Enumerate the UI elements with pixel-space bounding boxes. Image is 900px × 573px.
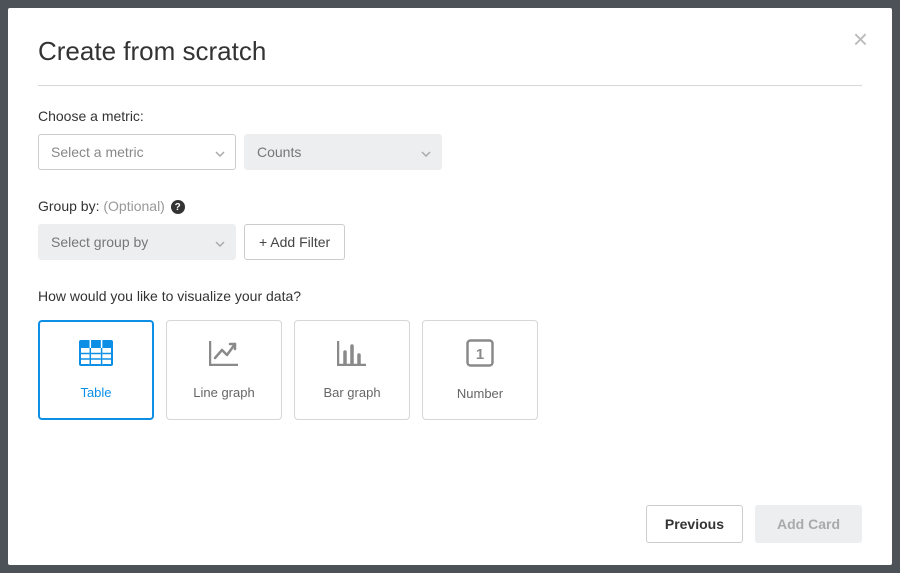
group-by-row: Select group by + Add Filter xyxy=(38,224,862,260)
chevron-down-icon xyxy=(421,144,431,160)
close-icon[interactable]: × xyxy=(853,26,868,52)
group-by-label-text: Group by: xyxy=(38,198,99,214)
viz-option-number[interactable]: 1 Number xyxy=(422,320,538,420)
group-by-select[interactable]: Select group by xyxy=(38,224,236,260)
group-by-label: Group by: (Optional) ? xyxy=(38,198,862,214)
add-card-button[interactable]: Add Card xyxy=(755,505,862,543)
viz-option-line[interactable]: Line graph xyxy=(166,320,282,420)
group-by-placeholder: Select group by xyxy=(51,234,148,250)
number-icon: 1 xyxy=(466,339,494,372)
metric-row: Select a metric Counts xyxy=(38,134,862,170)
chevron-down-icon xyxy=(215,144,225,160)
create-from-scratch-modal: × Create from scratch Choose a metric: S… xyxy=(8,8,892,565)
aggregation-value: Counts xyxy=(257,144,301,160)
svg-text:1: 1 xyxy=(476,346,484,363)
table-icon xyxy=(79,340,113,371)
metric-select[interactable]: Select a metric xyxy=(38,134,236,170)
viz-label: Table xyxy=(80,385,111,400)
modal-title: Create from scratch xyxy=(38,36,862,67)
metric-select-placeholder: Select a metric xyxy=(51,144,144,160)
chevron-down-icon xyxy=(215,234,225,250)
modal-footer: Previous Add Card xyxy=(38,505,862,543)
viz-prompt: How would you like to visualize your dat… xyxy=(38,288,862,304)
viz-option-table[interactable]: Table xyxy=(38,320,154,420)
viz-options: Table Line graph Bar grap xyxy=(38,320,862,420)
add-filter-button[interactable]: + Add Filter xyxy=(244,224,345,260)
aggregation-select[interactable]: Counts xyxy=(244,134,442,170)
viz-option-bar[interactable]: Bar graph xyxy=(294,320,410,420)
help-icon[interactable]: ? xyxy=(171,200,185,214)
line-graph-icon xyxy=(209,340,239,371)
group-by-optional: (Optional) xyxy=(103,198,164,214)
bar-graph-icon xyxy=(337,340,367,371)
previous-button[interactable]: Previous xyxy=(646,505,743,543)
divider xyxy=(38,85,862,86)
viz-label: Number xyxy=(457,386,503,401)
metric-label: Choose a metric: xyxy=(38,108,862,124)
viz-label: Bar graph xyxy=(323,385,380,400)
viz-label: Line graph xyxy=(193,385,254,400)
